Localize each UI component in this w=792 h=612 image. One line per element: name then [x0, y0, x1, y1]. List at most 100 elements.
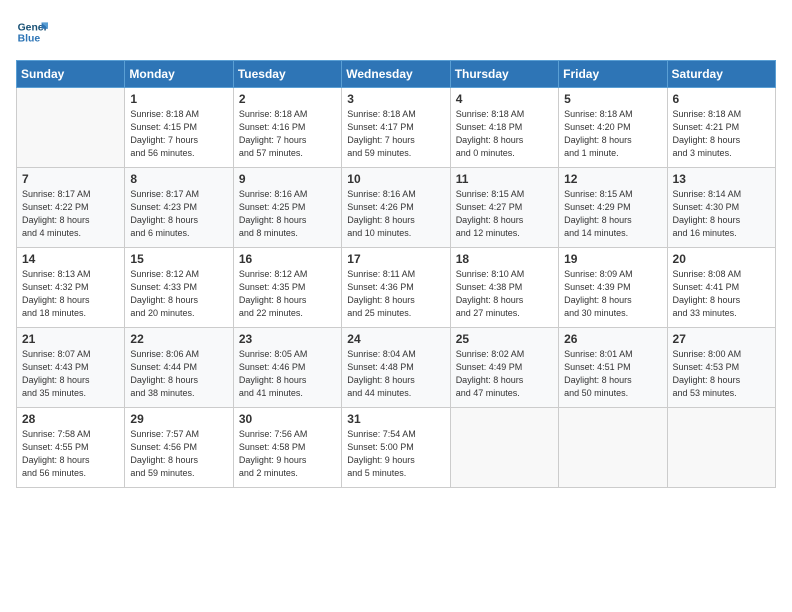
calendar-week-row: 1 Sunrise: 8:18 AM Sunset: 4:15 PM Daylig… — [17, 88, 776, 168]
calendar-day-cell: 9Sunrise: 8:16 AM Sunset: 4:25 PM Daylig… — [233, 168, 341, 248]
day-info: Sunrise: 8:18 AM Sunset: 4:18 PM Dayligh… — [456, 108, 553, 160]
calendar-day-cell: 16 Sunrise: 8:12 AM Sunset: 4:35 PM Dayli… — [233, 248, 341, 328]
day-number: 25 — [456, 332, 553, 346]
day-info: Sunrise: 8:12 AM Sunset: 4:33 PM Dayligh… — [130, 268, 227, 320]
calendar-day-cell: 12 Sunrise: 8:15 AM Sunset: 4:29 PM Dayli… — [559, 168, 667, 248]
calendar-day-cell: 8Sunrise: 8:17 AM Sunset: 4:23 PM Daylig… — [125, 168, 233, 248]
day-number: 31 — [347, 412, 444, 426]
day-info: Sunrise: 8:13 AM Sunset: 4:32 PM Dayligh… — [22, 268, 119, 320]
calendar-table: SundayMondayTuesdayWednesdayThursdayFrid… — [16, 60, 776, 488]
calendar-day-header: Wednesday — [342, 61, 450, 88]
calendar-day-cell: 31 Sunrise: 7:54 AM Sunset: 5:00 PM Dayli… — [342, 408, 450, 488]
day-number: 19 — [564, 252, 661, 266]
calendar-day-cell — [559, 408, 667, 488]
day-number: 30 — [239, 412, 336, 426]
calendar-day-cell: 14 Sunrise: 8:13 AM Sunset: 4:32 PM Dayli… — [17, 248, 125, 328]
day-number: 2 — [239, 92, 336, 106]
logo: General Blue — [16, 16, 48, 48]
calendar-day-cell: 1 Sunrise: 8:18 AM Sunset: 4:15 PM Daylig… — [125, 88, 233, 168]
calendar-day-cell — [17, 88, 125, 168]
calendar-day-cell: 27Sunrise: 8:00 AM Sunset: 4:53 PM Dayli… — [667, 328, 775, 408]
calendar-header-row: SundayMondayTuesdayWednesdayThursdayFrid… — [17, 61, 776, 88]
day-number: 23 — [239, 332, 336, 346]
calendar-day-cell: 7 Sunrise: 8:17 AM Sunset: 4:22 PM Daylig… — [17, 168, 125, 248]
calendar-week-row: 28 Sunrise: 7:58 AM Sunset: 4:55 PM Dayli… — [17, 408, 776, 488]
day-number: 1 — [130, 92, 227, 106]
calendar-week-row: 14 Sunrise: 8:13 AM Sunset: 4:32 PM Dayli… — [17, 248, 776, 328]
calendar-day-cell — [450, 408, 558, 488]
day-number: 12 — [564, 172, 661, 186]
day-info: Sunrise: 8:11 AM Sunset: 4:36 PM Dayligh… — [347, 268, 444, 320]
day-info: Sunrise: 7:58 AM Sunset: 4:55 PM Dayligh… — [22, 428, 119, 480]
day-info: Sunrise: 7:56 AM Sunset: 4:58 PM Dayligh… — [239, 428, 336, 480]
calendar-day-header: Saturday — [667, 61, 775, 88]
calendar-day-header: Tuesday — [233, 61, 341, 88]
day-number: 17 — [347, 252, 444, 266]
day-number: 18 — [456, 252, 553, 266]
calendar-day-cell: 29 Sunrise: 7:57 AM Sunset: 4:56 PM Dayli… — [125, 408, 233, 488]
day-number: 8 — [130, 172, 227, 186]
day-info: Sunrise: 8:16 AM Sunset: 4:25 PM Dayligh… — [239, 188, 336, 240]
calendar-day-cell: 20 Sunrise: 8:08 AM Sunset: 4:41 PM Dayli… — [667, 248, 775, 328]
day-number: 21 — [22, 332, 119, 346]
svg-text:Blue: Blue — [18, 34, 41, 45]
calendar-day-cell: 2 Sunrise: 8:18 AM Sunset: 4:16 PM Daylig… — [233, 88, 341, 168]
calendar-day-cell — [667, 408, 775, 488]
calendar-day-header: Monday — [125, 61, 233, 88]
calendar-day-cell: 4Sunrise: 8:18 AM Sunset: 4:18 PM Daylig… — [450, 88, 558, 168]
calendar-day-cell: 18Sunrise: 8:10 AM Sunset: 4:38 PM Dayli… — [450, 248, 558, 328]
logo-icon: General Blue — [16, 16, 48, 48]
day-info: Sunrise: 8:01 AM Sunset: 4:51 PM Dayligh… — [564, 348, 661, 400]
day-info: Sunrise: 8:18 AM Sunset: 4:21 PM Dayligh… — [673, 108, 770, 160]
day-number: 15 — [130, 252, 227, 266]
calendar-day-cell: 30 Sunrise: 7:56 AM Sunset: 4:58 PM Dayli… — [233, 408, 341, 488]
day-number: 26 — [564, 332, 661, 346]
day-info: Sunrise: 8:17 AM Sunset: 4:22 PM Dayligh… — [22, 188, 119, 240]
calendar-day-cell: 10Sunrise: 8:16 AM Sunset: 4:26 PM Dayli… — [342, 168, 450, 248]
day-info: Sunrise: 7:57 AM Sunset: 4:56 PM Dayligh… — [130, 428, 227, 480]
day-info: Sunrise: 8:18 AM Sunset: 4:15 PM Dayligh… — [130, 108, 227, 160]
day-info: Sunrise: 7:54 AM Sunset: 5:00 PM Dayligh… — [347, 428, 444, 480]
calendar-day-cell: 28 Sunrise: 7:58 AM Sunset: 4:55 PM Dayli… — [17, 408, 125, 488]
day-info: Sunrise: 8:15 AM Sunset: 4:29 PM Dayligh… — [564, 188, 661, 240]
day-number: 28 — [22, 412, 119, 426]
calendar-day-cell: 5 Sunrise: 8:18 AM Sunset: 4:20 PM Daylig… — [559, 88, 667, 168]
day-number: 27 — [673, 332, 770, 346]
calendar-day-cell: 22Sunrise: 8:06 AM Sunset: 4:44 PM Dayli… — [125, 328, 233, 408]
day-info: Sunrise: 8:09 AM Sunset: 4:39 PM Dayligh… — [564, 268, 661, 320]
calendar-day-cell: 15 Sunrise: 8:12 AM Sunset: 4:33 PM Dayli… — [125, 248, 233, 328]
calendar-week-row: 21Sunrise: 8:07 AM Sunset: 4:43 PM Dayli… — [17, 328, 776, 408]
day-number: 16 — [239, 252, 336, 266]
calendar-day-cell: 6 Sunrise: 8:18 AM Sunset: 4:21 PM Daylig… — [667, 88, 775, 168]
calendar-day-cell: 3Sunrise: 8:18 AM Sunset: 4:17 PM Daylig… — [342, 88, 450, 168]
day-info: Sunrise: 8:12 AM Sunset: 4:35 PM Dayligh… — [239, 268, 336, 320]
day-number: 14 — [22, 252, 119, 266]
calendar-day-cell: 24Sunrise: 8:04 AM Sunset: 4:48 PM Dayli… — [342, 328, 450, 408]
day-info: Sunrise: 8:18 AM Sunset: 4:20 PM Dayligh… — [564, 108, 661, 160]
day-number: 13 — [673, 172, 770, 186]
day-info: Sunrise: 8:14 AM Sunset: 4:30 PM Dayligh… — [673, 188, 770, 240]
day-info: Sunrise: 8:15 AM Sunset: 4:27 PM Dayligh… — [456, 188, 553, 240]
calendar-day-cell: 19 Sunrise: 8:09 AM Sunset: 4:39 PM Dayli… — [559, 248, 667, 328]
day-number: 22 — [130, 332, 227, 346]
calendar-day-cell: 21Sunrise: 8:07 AM Sunset: 4:43 PM Dayli… — [17, 328, 125, 408]
day-number: 5 — [564, 92, 661, 106]
calendar-day-header: Sunday — [17, 61, 125, 88]
day-info: Sunrise: 8:16 AM Sunset: 4:26 PM Dayligh… — [347, 188, 444, 240]
calendar-day-cell: 11 Sunrise: 8:15 AM Sunset: 4:27 PM Dayli… — [450, 168, 558, 248]
calendar-day-header: Friday — [559, 61, 667, 88]
calendar-day-header: Thursday — [450, 61, 558, 88]
calendar-week-row: 7 Sunrise: 8:17 AM Sunset: 4:22 PM Daylig… — [17, 168, 776, 248]
day-info: Sunrise: 8:18 AM Sunset: 4:16 PM Dayligh… — [239, 108, 336, 160]
day-number: 20 — [673, 252, 770, 266]
day-number: 11 — [456, 172, 553, 186]
page-header: General Blue — [16, 16, 776, 48]
day-info: Sunrise: 8:08 AM Sunset: 4:41 PM Dayligh… — [673, 268, 770, 320]
calendar-day-cell: 23 Sunrise: 8:05 AM Sunset: 4:46 PM Dayli… — [233, 328, 341, 408]
calendar-day-cell: 17 Sunrise: 8:11 AM Sunset: 4:36 PM Dayli… — [342, 248, 450, 328]
calendar-day-cell: 26 Sunrise: 8:01 AM Sunset: 4:51 PM Dayli… — [559, 328, 667, 408]
day-info: Sunrise: 8:05 AM Sunset: 4:46 PM Dayligh… — [239, 348, 336, 400]
day-number: 29 — [130, 412, 227, 426]
day-number: 7 — [22, 172, 119, 186]
day-number: 6 — [673, 92, 770, 106]
